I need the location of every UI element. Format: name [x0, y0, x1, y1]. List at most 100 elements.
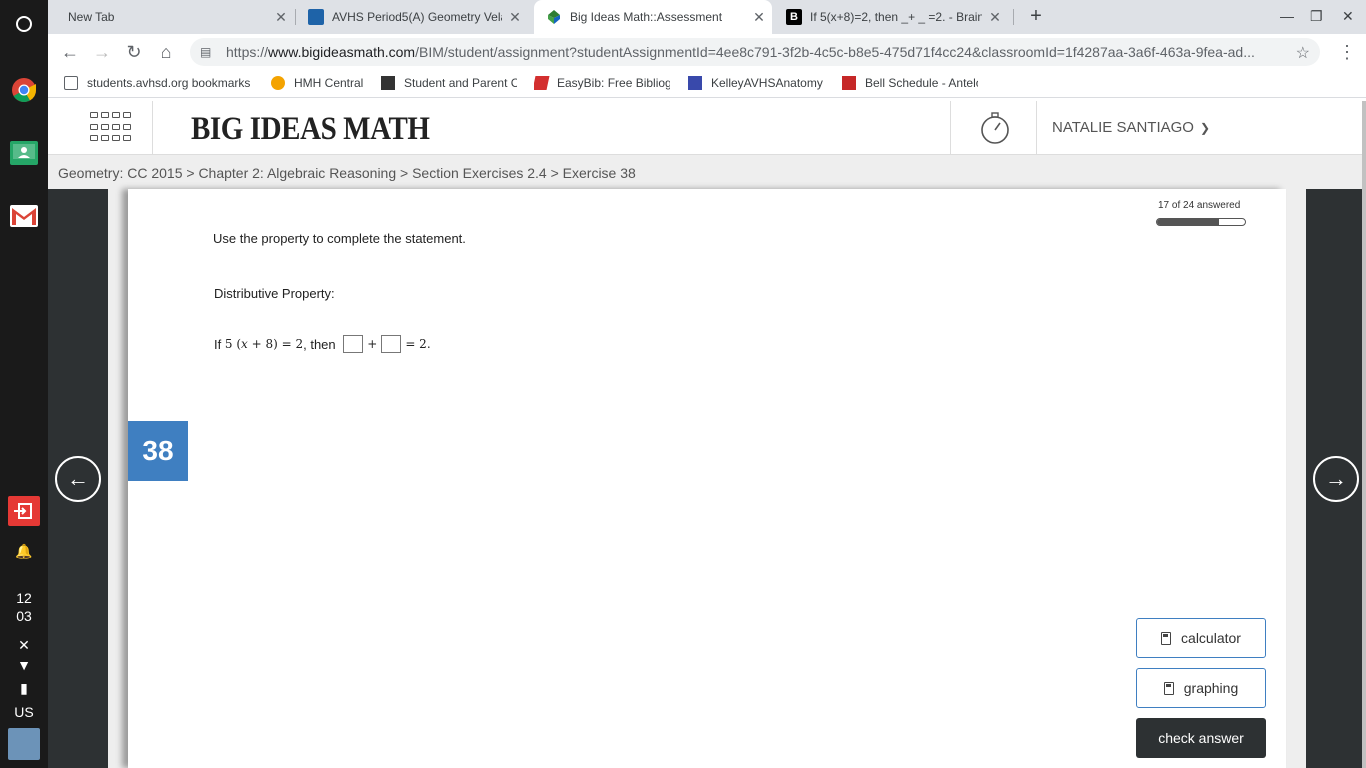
header-divider — [1036, 101, 1037, 155]
breadcrumb-text: Geometry: CC 2015 > Chapter 2: Algebraic… — [58, 165, 636, 181]
back-arrow-icon[interactable]: ← — [58, 40, 82, 64]
site-header: BIG IDEAS MATH NATALIE SANTIAGO ❯ — [48, 101, 1366, 155]
right-nav-panel: → — [1306, 189, 1366, 768]
browser-menu-icon[interactable]: ⋮ — [1338, 42, 1356, 63]
tab-separator — [295, 9, 296, 25]
bookmark-hmh-central[interactable]: HMH Central — [271, 76, 381, 90]
launcher-button[interactable] — [0, 8, 48, 40]
bookmark-star-icon[interactable]: ☆ — [1296, 43, 1310, 63]
chrome-app-icon[interactable] — [0, 74, 48, 106]
os-shelf: 🔔 12 03 ✕ ▼ ▮ US — [0, 0, 48, 768]
bookmark-students-folder[interactable]: students.avhsd.org bookmarks — [64, 76, 264, 90]
browser-toolbar: ← → ↻ ⌂ ▤ https://www.bigideasmath.com/B… — [48, 34, 1366, 70]
easybib-icon — [534, 76, 550, 90]
equals-result: = 2. — [405, 337, 431, 351]
notification-bell-icon[interactable]: 🔔 — [0, 543, 48, 560]
exercise-number-badge: 38 — [128, 421, 188, 481]
big-ideas-favicon-icon — [548, 10, 560, 24]
tab-close-icon[interactable]: ✕ — [274, 9, 288, 26]
next-exercise-button[interactable]: → — [1313, 456, 1359, 502]
tab-title: AVHS Period5(A) Geometry Velasco — [332, 10, 502, 24]
bookmark-bell-schedule[interactable]: Bell Schedule - Antelo — [842, 76, 978, 90]
exit-app-icon[interactable] — [0, 495, 48, 527]
then-text: , then — [303, 336, 340, 352]
address-bar[interactable]: ▤ https://www.bigideasmath.com/BIM/stude… — [190, 38, 1320, 66]
url-text[interactable]: https://www.bigideasmath.com/BIM/student… — [226, 44, 1276, 60]
minimize-icon[interactable]: — — [1280, 8, 1294, 24]
user-avatar[interactable] — [8, 728, 40, 760]
graphing-label: graphing — [1183, 680, 1239, 696]
graphing-button[interactable]: graphing — [1136, 668, 1266, 708]
tab-brainly[interactable]: B If 5(x+8)=2, then _+ _ =2. - Brainly ✕ — [778, 0, 1008, 34]
math-expression: 5 (x + 8) = 2 — [225, 337, 303, 351]
user-name: NATALIE SANTIAGO — [1052, 119, 1194, 136]
bookmark-student-parent[interactable]: Student and Parent C — [381, 76, 517, 90]
forward-arrow-icon[interactable]: → — [90, 40, 114, 64]
answer-box-2[interactable] — [381, 335, 402, 353]
battery-icon[interactable]: ▮ — [0, 680, 48, 697]
portal-icon — [381, 76, 395, 90]
window-close-icon[interactable]: ✕ — [1342, 8, 1354, 25]
brainly-favicon-icon: B — [786, 9, 802, 25]
muted-speaker-icon[interactable]: ✕ — [0, 637, 48, 654]
tab-strip: New Tab ✕ AVHS Period5(A) Geometry Velas… — [48, 0, 1366, 34]
calculator-button[interactable]: calculator — [1136, 618, 1266, 658]
tab-new-tab[interactable]: New Tab ✕ — [56, 0, 294, 34]
question-statement: If 5 (x + 8) = 2 , then + = 2. — [214, 335, 431, 353]
check-answer-button[interactable]: check answer — [1136, 718, 1266, 758]
classroom-app-icon[interactable] — [0, 137, 48, 169]
bookmark-label: students.avhsd.org bookmarks — [87, 76, 251, 90]
breadcrumb: Geometry: CC 2015 > Chapter 2: Algebraic… — [58, 165, 636, 181]
answer-box-1[interactable] — [343, 335, 364, 353]
web-page: BIG IDEAS MATH NATALIE SANTIAGO ❯ Geomet… — [48, 101, 1366, 768]
gmail-app-icon[interactable] — [0, 200, 48, 232]
stopwatch-icon[interactable] — [978, 111, 1012, 145]
tab-big-ideas-math[interactable]: Big Ideas Math::Assessment ✕ — [534, 0, 772, 34]
system-clock[interactable]: 12 03 — [0, 589, 48, 625]
page-scrollbar[interactable] — [1362, 101, 1366, 768]
gmail-icon — [10, 205, 38, 227]
graphing-calculator-icon — [1163, 681, 1174, 695]
math-coef: 5 — [224, 337, 233, 351]
launcher-icon — [16, 16, 32, 32]
tab-close-icon[interactable]: ✕ — [752, 9, 766, 26]
page-info-icon[interactable]: ▤ — [200, 45, 214, 59]
tab-title: If 5(x+8)=2, then _+ _ =2. - Brainly — [810, 10, 982, 24]
exercise-panel: 17 of 24 answered Use the property to co… — [128, 189, 1286, 768]
progress-label: 17 of 24 answered — [1158, 200, 1241, 211]
reload-icon[interactable]: ↻ — [122, 40, 146, 64]
math-variable: x — [241, 337, 248, 351]
previous-exercise-button[interactable]: ← — [55, 456, 101, 502]
bookmarks-bar: students.avhsd.org bookmarks HMH Central… — [48, 70, 1366, 98]
classroom-icon — [10, 141, 38, 165]
header-divider — [950, 101, 951, 155]
tab-separator — [1013, 9, 1014, 25]
user-menu[interactable]: NATALIE SANTIAGO ❯ — [1052, 119, 1210, 136]
apps-grid-icon[interactable] — [90, 112, 132, 144]
progress-bar — [1156, 218, 1246, 226]
if-text: If — [214, 336, 225, 352]
tab-title: Big Ideas Math::Assessment — [570, 10, 723, 24]
folder-icon — [64, 76, 78, 90]
left-nav-panel: ← — [48, 189, 108, 768]
exit-icon — [8, 496, 40, 526]
tab-close-icon[interactable]: ✕ — [988, 9, 1002, 26]
bookmark-anatomy[interactable]: KelleyAVHSAnatomy — [688, 76, 828, 90]
bell-schedule-icon — [842, 76, 856, 90]
wifi-icon[interactable]: ▼ — [0, 657, 48, 673]
bookmark-label: HMH Central — [294, 76, 364, 90]
math-rest: + 8) = 2 — [247, 337, 304, 351]
input-language[interactable]: US — [0, 704, 48, 720]
home-icon[interactable]: ⌂ — [154, 40, 178, 64]
tab-geometry-class[interactable]: AVHS Period5(A) Geometry Velasco ✕ — [300, 0, 528, 34]
tab-close-icon[interactable]: ✕ — [508, 9, 522, 26]
question-instruction: Use the property to complete the stateme… — [213, 231, 466, 246]
url-scheme: https:// — [226, 44, 269, 60]
new-tab-plus-icon[interactable]: + — [1026, 6, 1046, 26]
restore-icon[interactable]: ❐ — [1310, 8, 1323, 25]
url-host: www.bigideasmath.com — [268, 44, 416, 60]
clock-minute: 03 — [16, 608, 32, 624]
bookmark-easybib[interactable]: EasyBib: Free Bibliog — [534, 76, 670, 90]
calculator-label: calculator — [1181, 630, 1241, 646]
site-logo: BIG IDEAS MATH — [191, 111, 430, 147]
